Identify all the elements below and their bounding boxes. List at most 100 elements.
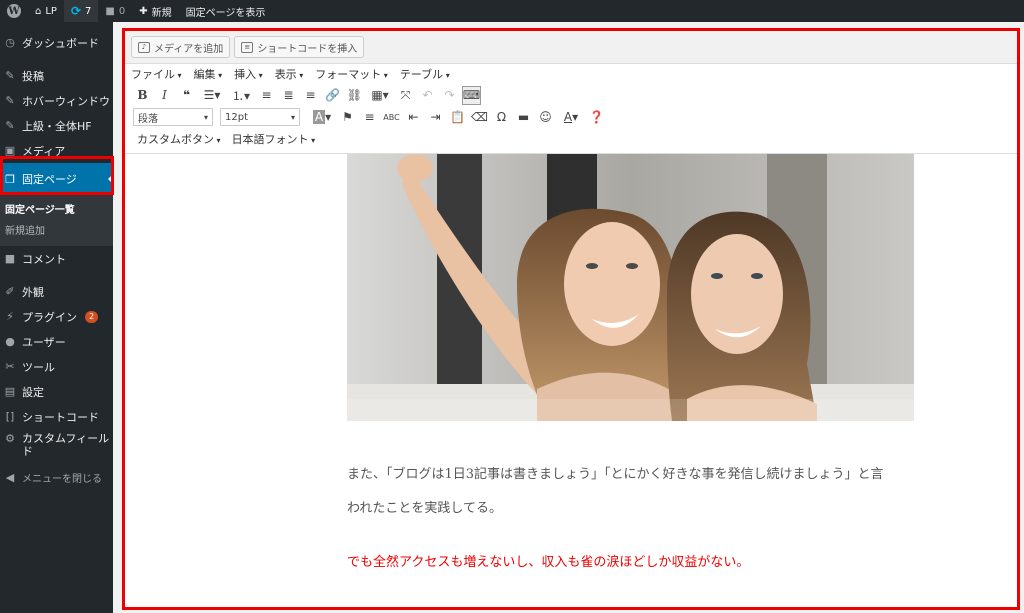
numbered-list-icon[interactable]: ⒈▾ <box>228 86 254 105</box>
toolbar-toggle-icon[interactable]: ⌨ <box>462 85 481 105</box>
emoticon-icon[interactable]: ☺ <box>536 108 555 127</box>
new-content-menu[interactable]: ✚ 新規 <box>132 0 178 22</box>
pin-icon: ✎ <box>5 69 15 82</box>
strikethrough-icon[interactable]: ABC <box>382 108 401 127</box>
editor-highlight-frame: ♪ メディアを追加 ≡ ショートコードを挿入 ファイル 編集 挿入 表示 フォー… <box>122 28 1020 610</box>
photo-illustration <box>347 154 914 421</box>
collapse-menu-button[interactable]: ◀ メニューを閉じる <box>0 465 113 490</box>
blockquote-icon[interactable]: ❝ <box>177 86 196 105</box>
menu-label: コメント <box>22 252 66 266</box>
menu-label: メディア <box>22 144 66 158</box>
editor-content-area[interactable]: また、「ブログは1日3記事は書きましょう」「とにかく好きな事を発信し続けましょう… <box>125 153 1017 607</box>
media-buttons-bar: ♪ メディアを追加 ≡ ショートコードを挿入 <box>125 31 1017 63</box>
updates-count: 7 <box>85 5 92 17</box>
toolbar-row-3: カスタムボタン 日本語フォント <box>125 128 1017 150</box>
more-tag-icon[interactable]: ▬ <box>514 108 533 127</box>
site-name: LP <box>45 5 57 17</box>
unlink-icon[interactable]: ⛓ <box>345 86 364 105</box>
special-char-icon[interactable]: Ω <box>492 108 511 127</box>
paste-text-icon[interactable]: 📋 <box>448 108 467 127</box>
align-center-icon[interactable]: ≣ <box>279 86 298 105</box>
redo-icon[interactable]: ↷ <box>440 86 459 105</box>
media-icon: ▣ <box>4 144 16 157</box>
menu-comments[interactable]: ■ コメント <box>0 246 113 271</box>
submenu-add-new[interactable]: 新規追加 <box>0 219 113 240</box>
menu-media[interactable]: ▣ メディア <box>0 138 113 163</box>
menu-insert[interactable]: 挿入 <box>234 66 263 82</box>
fullscreen-icon[interactable]: ⤧ <box>396 86 415 105</box>
custom-button-menu[interactable]: カスタムボタン <box>133 131 225 147</box>
user-icon: ● <box>5 335 15 348</box>
bold-icon[interactable]: B <box>133 86 152 105</box>
align-right-icon[interactable]: ≡ <box>301 86 320 105</box>
bullet-list-icon[interactable]: ☰▾ <box>199 86 225 105</box>
menu-hover-window[interactable]: ✎ ホバーウィンドウ <box>0 88 113 113</box>
undo-icon[interactable]: ↶ <box>418 86 437 105</box>
wordpress-logo-icon: W <box>7 4 21 18</box>
menu-edit[interactable]: 編集 <box>194 66 223 82</box>
table-icon[interactable]: ▦▾ <box>367 86 393 105</box>
menu-label: プラグイン <box>22 310 77 324</box>
insert-shortcode-button[interactable]: ≡ ショートコードを挿入 <box>234 36 365 58</box>
wrench-icon: ✂ <box>5 360 15 373</box>
menu-label: 設定 <box>22 385 44 399</box>
plugin-update-badge: 2 <box>85 310 99 323</box>
indent-icon[interactable]: ⇥ <box>426 108 445 127</box>
menu-format[interactable]: フォーマット <box>315 66 388 82</box>
japanese-font-menu[interactable]: 日本語フォント <box>228 131 320 147</box>
brackets-icon: [] <box>5 410 15 423</box>
submenu-all-pages[interactable]: 固定ページ一覧 <box>0 198 113 219</box>
clear-format-icon[interactable]: ⌫ <box>470 108 489 127</box>
menu-dashboard[interactable]: ◷ ダッシュボード <box>0 30 113 55</box>
menu-tools[interactable]: ✂ ツール <box>0 354 113 379</box>
menu-appearance[interactable]: ✐ 外観 <box>0 279 113 304</box>
wordpress-logo-menu[interactable]: W <box>0 0 28 22</box>
menu-posts[interactable]: ✎ 投稿 <box>0 63 113 88</box>
pin-icon: ✎ <box>5 119 15 132</box>
align-left-icon[interactable]: ≡ <box>257 86 276 105</box>
menu-advanced-hf[interactable]: ✎ 上級・全体HF <box>0 113 113 138</box>
pages-submenu: 固定ページ一覧 新規追加 <box>0 195 113 246</box>
pages-icon: ❐ <box>5 172 15 186</box>
updates-menu[interactable]: ⟳ 7 <box>63 0 99 22</box>
help-icon[interactable]: ❓ <box>587 108 606 127</box>
updates-icon: ⟳ <box>70 4 82 18</box>
menu-table[interactable]: テーブル <box>400 66 450 82</box>
add-media-button[interactable]: ♪ メディアを追加 <box>131 36 231 58</box>
menu-label: カスタムフィールド <box>22 432 110 458</box>
horizontal-line-icon[interactable]: ≡ <box>360 108 379 127</box>
bookmark-icon[interactable]: ⚑ <box>338 108 357 127</box>
settings-icon: ▤ <box>4 385 16 398</box>
menu-file[interactable]: ファイル <box>131 66 182 82</box>
menu-users[interactable]: ● ユーザー <box>0 329 113 354</box>
font-size-select[interactable]: 12pt <box>220 108 300 126</box>
paragraph-2-red: でも全然アクセスも増えないし、収入も雀の涙ほどしか収益がない。 <box>347 555 750 570</box>
font-size-value: 12pt <box>225 111 248 123</box>
menu-view[interactable]: 表示 <box>275 66 304 82</box>
menu-plugins[interactable]: ⚡ プラグイン 2 <box>0 304 113 329</box>
menu-shortcode[interactable]: [] ショートコード <box>0 404 113 429</box>
content-photo-two-women-selfie[interactable] <box>347 154 914 421</box>
menu-label: 固定ページ <box>22 173 77 186</box>
comments-menu[interactable]: ■ 0 <box>98 0 132 22</box>
paragraph-1-line-2: われたことを実践してる。 <box>347 501 502 516</box>
menu-custom-fields[interactable]: ⚙ カスタムフィールド <box>0 429 113 465</box>
link-icon[interactable]: 🔗 <box>323 86 342 105</box>
menu-label: ツール <box>22 360 55 374</box>
view-page-link[interactable]: 固定ページを表示 <box>179 0 273 22</box>
comment-icon: ■ <box>4 252 16 265</box>
menu-settings[interactable]: ▤ 設定 <box>0 379 113 404</box>
format-select[interactable]: 段落 <box>133 108 213 126</box>
shortcode-icon: ≡ <box>241 41 254 53</box>
text-color-icon[interactable]: A ▾ <box>558 108 584 127</box>
italic-icon[interactable]: I <box>155 86 174 105</box>
toolbar-row-2: 段落 12pt A▾ ⚑ ≡ ABC ⇤ ⇥ 📋 ⌫ Ω ▬ ☺ A▾ ❓ <box>125 106 1017 128</box>
gear-icon: ⚙ <box>5 432 15 445</box>
brush-icon: ✐ <box>5 285 15 298</box>
site-name-menu[interactable]: ⌂ LP <box>28 0 64 22</box>
dashboard-icon: ◷ <box>5 36 15 49</box>
menu-pages[interactable]: ❐ 固定ページ <box>0 163 113 195</box>
outdent-icon[interactable]: ⇤ <box>404 108 423 127</box>
plugin-icon: ⚡ <box>6 310 14 323</box>
background-color-icon[interactable]: A ▾ <box>309 108 335 127</box>
